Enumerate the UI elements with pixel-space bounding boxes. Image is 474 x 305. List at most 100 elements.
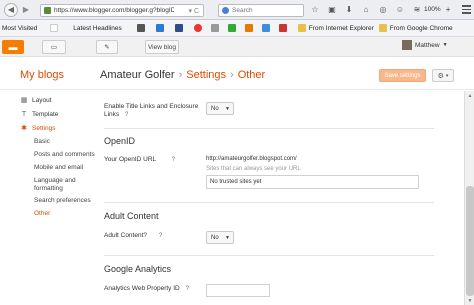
- section-title-openid: OpenID: [104, 136, 136, 146]
- bookmark-latest-headlines[interactable]: Latest Headlines: [73, 25, 121, 32]
- search-input[interactable]: [232, 7, 302, 14]
- view-blog-label: View blog: [147, 43, 177, 51]
- bookmark-red-icon[interactable]: [193, 24, 202, 32]
- divider: [104, 255, 434, 256]
- help-icon[interactable]: ?: [186, 286, 189, 292]
- sidebar-sub-posts-comments[interactable]: Posts and comments: [34, 151, 95, 158]
- clipboard-icon[interactable]: ▣: [327, 3, 337, 15]
- user-menu[interactable]: Matthew ▼: [402, 40, 448, 50]
- zoom-in-button[interactable]: +: [444, 3, 453, 15]
- list-icon: ▭: [50, 44, 58, 51]
- sidebar-sub-basic[interactable]: Basic: [34, 138, 50, 145]
- openid-url-label-text: Your OpenID URL: [104, 156, 156, 163]
- help-icon[interactable]: ?: [172, 157, 175, 163]
- title-links-label-line2: Links ?: [104, 111, 128, 118]
- zoom-out-button[interactable]: −: [412, 3, 421, 15]
- star-icon[interactable]: ☆: [310, 3, 320, 15]
- trusted-sites-box[interactable]: No trusted sites yet: [206, 175, 419, 189]
- forward-button[interactable]: ▶: [20, 4, 32, 16]
- sidebar-item-label: Template: [32, 110, 59, 118]
- save-settings-button[interactable]: Save settings: [379, 69, 426, 82]
- url-input[interactable]: [54, 7, 174, 14]
- bookmark-label: From Internet Explorer: [308, 24, 374, 32]
- folder-icon: [297, 24, 306, 32]
- openid-url-value: http://amateurgolfer.blogspot.com/: [206, 156, 297, 162]
- wrench-icon: ✱: [21, 125, 27, 132]
- browser-navbar: ◀ ▶ ▾ C ☆ ▣ ⬇ ⌂ ◎ ☺ ≋ − 100% +: [0, 0, 474, 20]
- divider: [104, 128, 434, 129]
- zoom-level[interactable]: 100%: [424, 6, 441, 13]
- bookmark-blue-icon[interactable]: [155, 24, 164, 32]
- bookmark-from-chrome[interactable]: From Google Chrome: [378, 24, 453, 32]
- adult-content-label: Adult Content? ?: [104, 232, 162, 239]
- sidebar-sub-search-preferences[interactable]: Search preferences: [34, 197, 91, 204]
- bookmark-darkred-icon[interactable]: [278, 24, 287, 32]
- adult-content-dropdown[interactable]: No ▼: [206, 231, 234, 244]
- home-icon[interactable]: ⌂: [361, 3, 371, 15]
- help-icon[interactable]: ?: [125, 112, 128, 118]
- bookmark-orange-icon[interactable]: [244, 24, 253, 32]
- chevron-down-icon: ▼: [225, 235, 230, 241]
- scrollbar[interactable]: ▲ ▼: [464, 91, 474, 305]
- breadcrumb-separator: ›: [178, 69, 183, 81]
- analytics-id-input[interactable]: [206, 284, 270, 297]
- sidebar-sub-language[interactable]: Language and: [34, 177, 76, 184]
- analytics-id-label: Analytics Web Property ID ?: [104, 285, 189, 292]
- my-blogs-link[interactable]: My blogs: [20, 69, 64, 81]
- scroll-thumb[interactable]: [466, 186, 474, 296]
- breadcrumb-settings[interactable]: Settings: [186, 69, 226, 81]
- openid-hint: Sites that can always see your URL: [206, 166, 301, 172]
- search-bar[interactable]: [218, 4, 304, 17]
- sidebar-item-label: Settings: [32, 124, 56, 132]
- bookmark-gray-icon[interactable]: [210, 24, 219, 32]
- bookmark-label: Latest Headlines: [73, 24, 122, 32]
- bookmark-most-visited[interactable]: Most Visited: [2, 25, 37, 32]
- sidebar-sub-mobile-email[interactable]: Mobile and email: [34, 164, 83, 171]
- sidebar-sub-formatting[interactable]: formatting: [34, 185, 63, 192]
- search-engine-icon: [222, 7, 229, 14]
- scroll-down-icon[interactable]: ▼: [466, 296, 474, 305]
- breadcrumb-other: Other: [237, 69, 266, 81]
- toolbar-icons: ☆ ▣ ⬇ ⌂ ◎ ☺ ≋: [310, 3, 422, 15]
- page-header: My blogs Amateur Golfer › Settings › Oth…: [0, 57, 474, 90]
- pocket-icon[interactable]: ◎: [378, 3, 388, 15]
- breadcrumb: Amateur Golfer › Settings › Other: [100, 69, 265, 81]
- adult-content-label-text: Adult Content?: [104, 232, 148, 239]
- bookmarks-bar: Most Visited Latest Headlines From Inter…: [0, 20, 474, 37]
- blogger-logo-icon[interactable]: ▬: [2, 40, 24, 54]
- menu-icon[interactable]: [462, 5, 471, 14]
- download-icon[interactable]: ⬇: [344, 3, 354, 15]
- bookmark-facebook-icon[interactable]: [174, 24, 183, 32]
- back-button[interactable]: ◀: [4, 2, 18, 17]
- pencil-icon: ✎: [104, 44, 110, 51]
- section-title-adult-content: Adult Content: [104, 211, 159, 221]
- new-post-button[interactable]: ✎: [96, 40, 118, 54]
- sidebar-item-template[interactable]: T Template: [20, 110, 59, 118]
- chat-icon[interactable]: ☺: [395, 3, 405, 15]
- posts-list-button[interactable]: ▭: [42, 40, 66, 54]
- bookmark-blank-icon[interactable]: [50, 24, 59, 32]
- bookmark-lightblue-icon[interactable]: [261, 24, 270, 32]
- settings-menu-button[interactable]: ⚙ ▾: [432, 69, 454, 82]
- sidebar-item-layout[interactable]: ▦ Layout: [20, 96, 52, 105]
- reload-icon[interactable]: ▾ C: [188, 7, 199, 15]
- template-icon: T: [21, 110, 27, 118]
- sidebar-item-settings[interactable]: ✱ Settings: [20, 124, 56, 133]
- chevron-down-icon: ▾: [445, 72, 449, 79]
- bookmark-s-icon[interactable]: [136, 24, 145, 32]
- view-blog-button[interactable]: View blog: [145, 40, 179, 54]
- sidebar-item-label: Layout: [32, 96, 52, 104]
- divider: [104, 202, 434, 203]
- folder-icon: [378, 24, 387, 32]
- help-icon[interactable]: ?: [159, 233, 162, 239]
- blog-name[interactable]: Amateur Golfer: [100, 69, 175, 81]
- title-links-dropdown[interactable]: No ▼: [206, 102, 234, 115]
- bookmark-from-ie[interactable]: From Internet Explorer: [297, 24, 374, 32]
- url-bar[interactable]: ▾ C: [40, 4, 204, 17]
- sidebar-sub-other[interactable]: Other: [34, 210, 50, 217]
- bookmark-green-icon[interactable]: [227, 24, 236, 32]
- scroll-up-icon[interactable]: ▲: [466, 91, 474, 100]
- dropdown-value: No: [211, 105, 219, 112]
- zoom-controls: − 100% +: [412, 3, 453, 15]
- settings-content: Enable Title Links and Enclosure Links ?…: [100, 91, 464, 305]
